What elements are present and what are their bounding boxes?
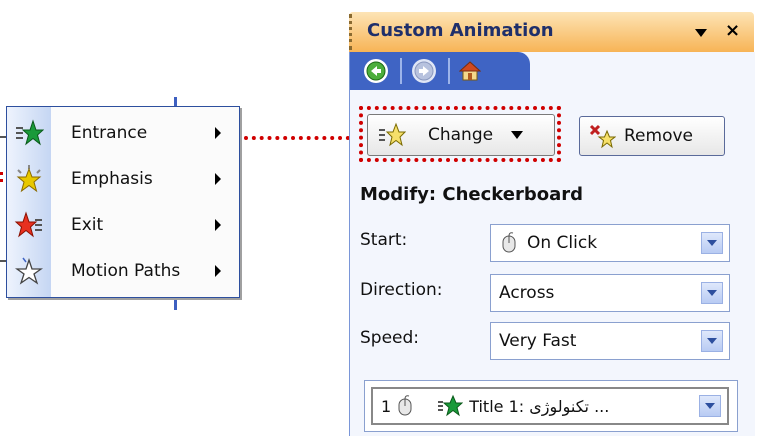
forward-icon[interactable]	[412, 59, 436, 83]
list-item-text: Title 1: تکنولوژی ...	[469, 396, 610, 416]
direction-select[interactable]: Across	[490, 274, 730, 312]
entrance-star-icon	[7, 111, 51, 155]
pane-grip-handle[interactable]	[349, 14, 356, 50]
menu-item-entrance[interactable]: Entrance	[7, 111, 239, 155]
entrance-star-icon	[438, 394, 464, 417]
direction-dropdown-button[interactable]	[701, 282, 723, 304]
start-dropdown-button[interactable]	[701, 232, 723, 254]
submenu-arrow-icon	[215, 127, 221, 139]
list-item[interactable]: 1 Title 1: تکنولوژی ...	[371, 387, 729, 425]
change-button-label: Change	[428, 125, 494, 145]
chevron-down-icon	[707, 290, 717, 296]
home-icon[interactable]	[458, 59, 482, 83]
start-label: Start:	[360, 230, 408, 250]
back-icon[interactable]	[364, 59, 388, 83]
remove-star-icon	[588, 123, 616, 149]
speed-dropdown-button[interactable]	[701, 330, 723, 352]
change-star-icon	[378, 122, 406, 148]
animation-order-list: 1 Title 1: تکنولوژی ...	[364, 380, 738, 432]
submenu-arrow-icon	[215, 219, 221, 231]
emphasis-star-icon	[7, 157, 51, 201]
pane-title-bar: Custom Animation ×	[349, 12, 754, 52]
menu-item-label: Motion Paths	[71, 261, 181, 281]
callout-connector	[244, 136, 350, 140]
speed-label: Speed:	[360, 328, 420, 348]
mouse-icon	[502, 232, 516, 253]
start-select[interactable]: On Click	[490, 224, 730, 262]
mouse-icon	[398, 395, 412, 416]
list-item-order: 1	[381, 396, 392, 416]
pane-menu-dropdown-icon[interactable]	[695, 29, 707, 37]
direction-value: Across	[499, 283, 555, 303]
remove-button-label: Remove	[624, 126, 693, 146]
pane-title: Custom Animation	[367, 20, 554, 41]
speed-value: Very Fast	[499, 331, 577, 351]
submenu-arrow-icon	[215, 265, 221, 277]
close-icon[interactable]: ×	[725, 20, 740, 41]
custom-animation-pane: Custom Animation × Change Remove Modify:…	[344, 0, 758, 436]
list-item-dropdown-button[interactable]	[699, 395, 721, 417]
speed-select[interactable]: Very Fast	[490, 322, 730, 360]
nav-separator	[448, 58, 450, 84]
chevron-down-icon	[511, 131, 524, 139]
start-value: On Click	[499, 232, 701, 254]
menu-item-emphasis[interactable]: Emphasis	[7, 157, 239, 201]
submenu-arrow-icon	[215, 173, 221, 185]
start-value-text: On Click	[527, 233, 598, 253]
chevron-down-icon	[707, 240, 717, 246]
menu-item-motion-paths[interactable]: Motion Paths	[7, 249, 239, 293]
menu-item-exit[interactable]: Exit	[7, 203, 239, 247]
menu-item-label: Emphasis	[71, 169, 153, 189]
direction-label: Direction:	[360, 280, 443, 300]
pane-nav-bar	[350, 52, 530, 90]
pane-body: Change Remove Modify: Checkerboard Start…	[349, 52, 755, 436]
chevron-down-icon	[707, 338, 717, 344]
nav-separator	[400, 58, 402, 84]
menu-item-label: Exit	[71, 215, 104, 235]
exit-star-icon	[7, 203, 51, 247]
remove-button[interactable]: Remove	[579, 116, 725, 156]
change-button[interactable]: Change	[367, 114, 555, 156]
motion-path-star-icon	[7, 249, 51, 293]
menu-item-label: Entrance	[71, 123, 148, 143]
chevron-down-icon	[705, 403, 715, 409]
modify-heading: Modify: Checkerboard	[360, 184, 583, 205]
add-effect-menu: Entrance Emphasis Exit Motion Paths	[6, 106, 240, 298]
